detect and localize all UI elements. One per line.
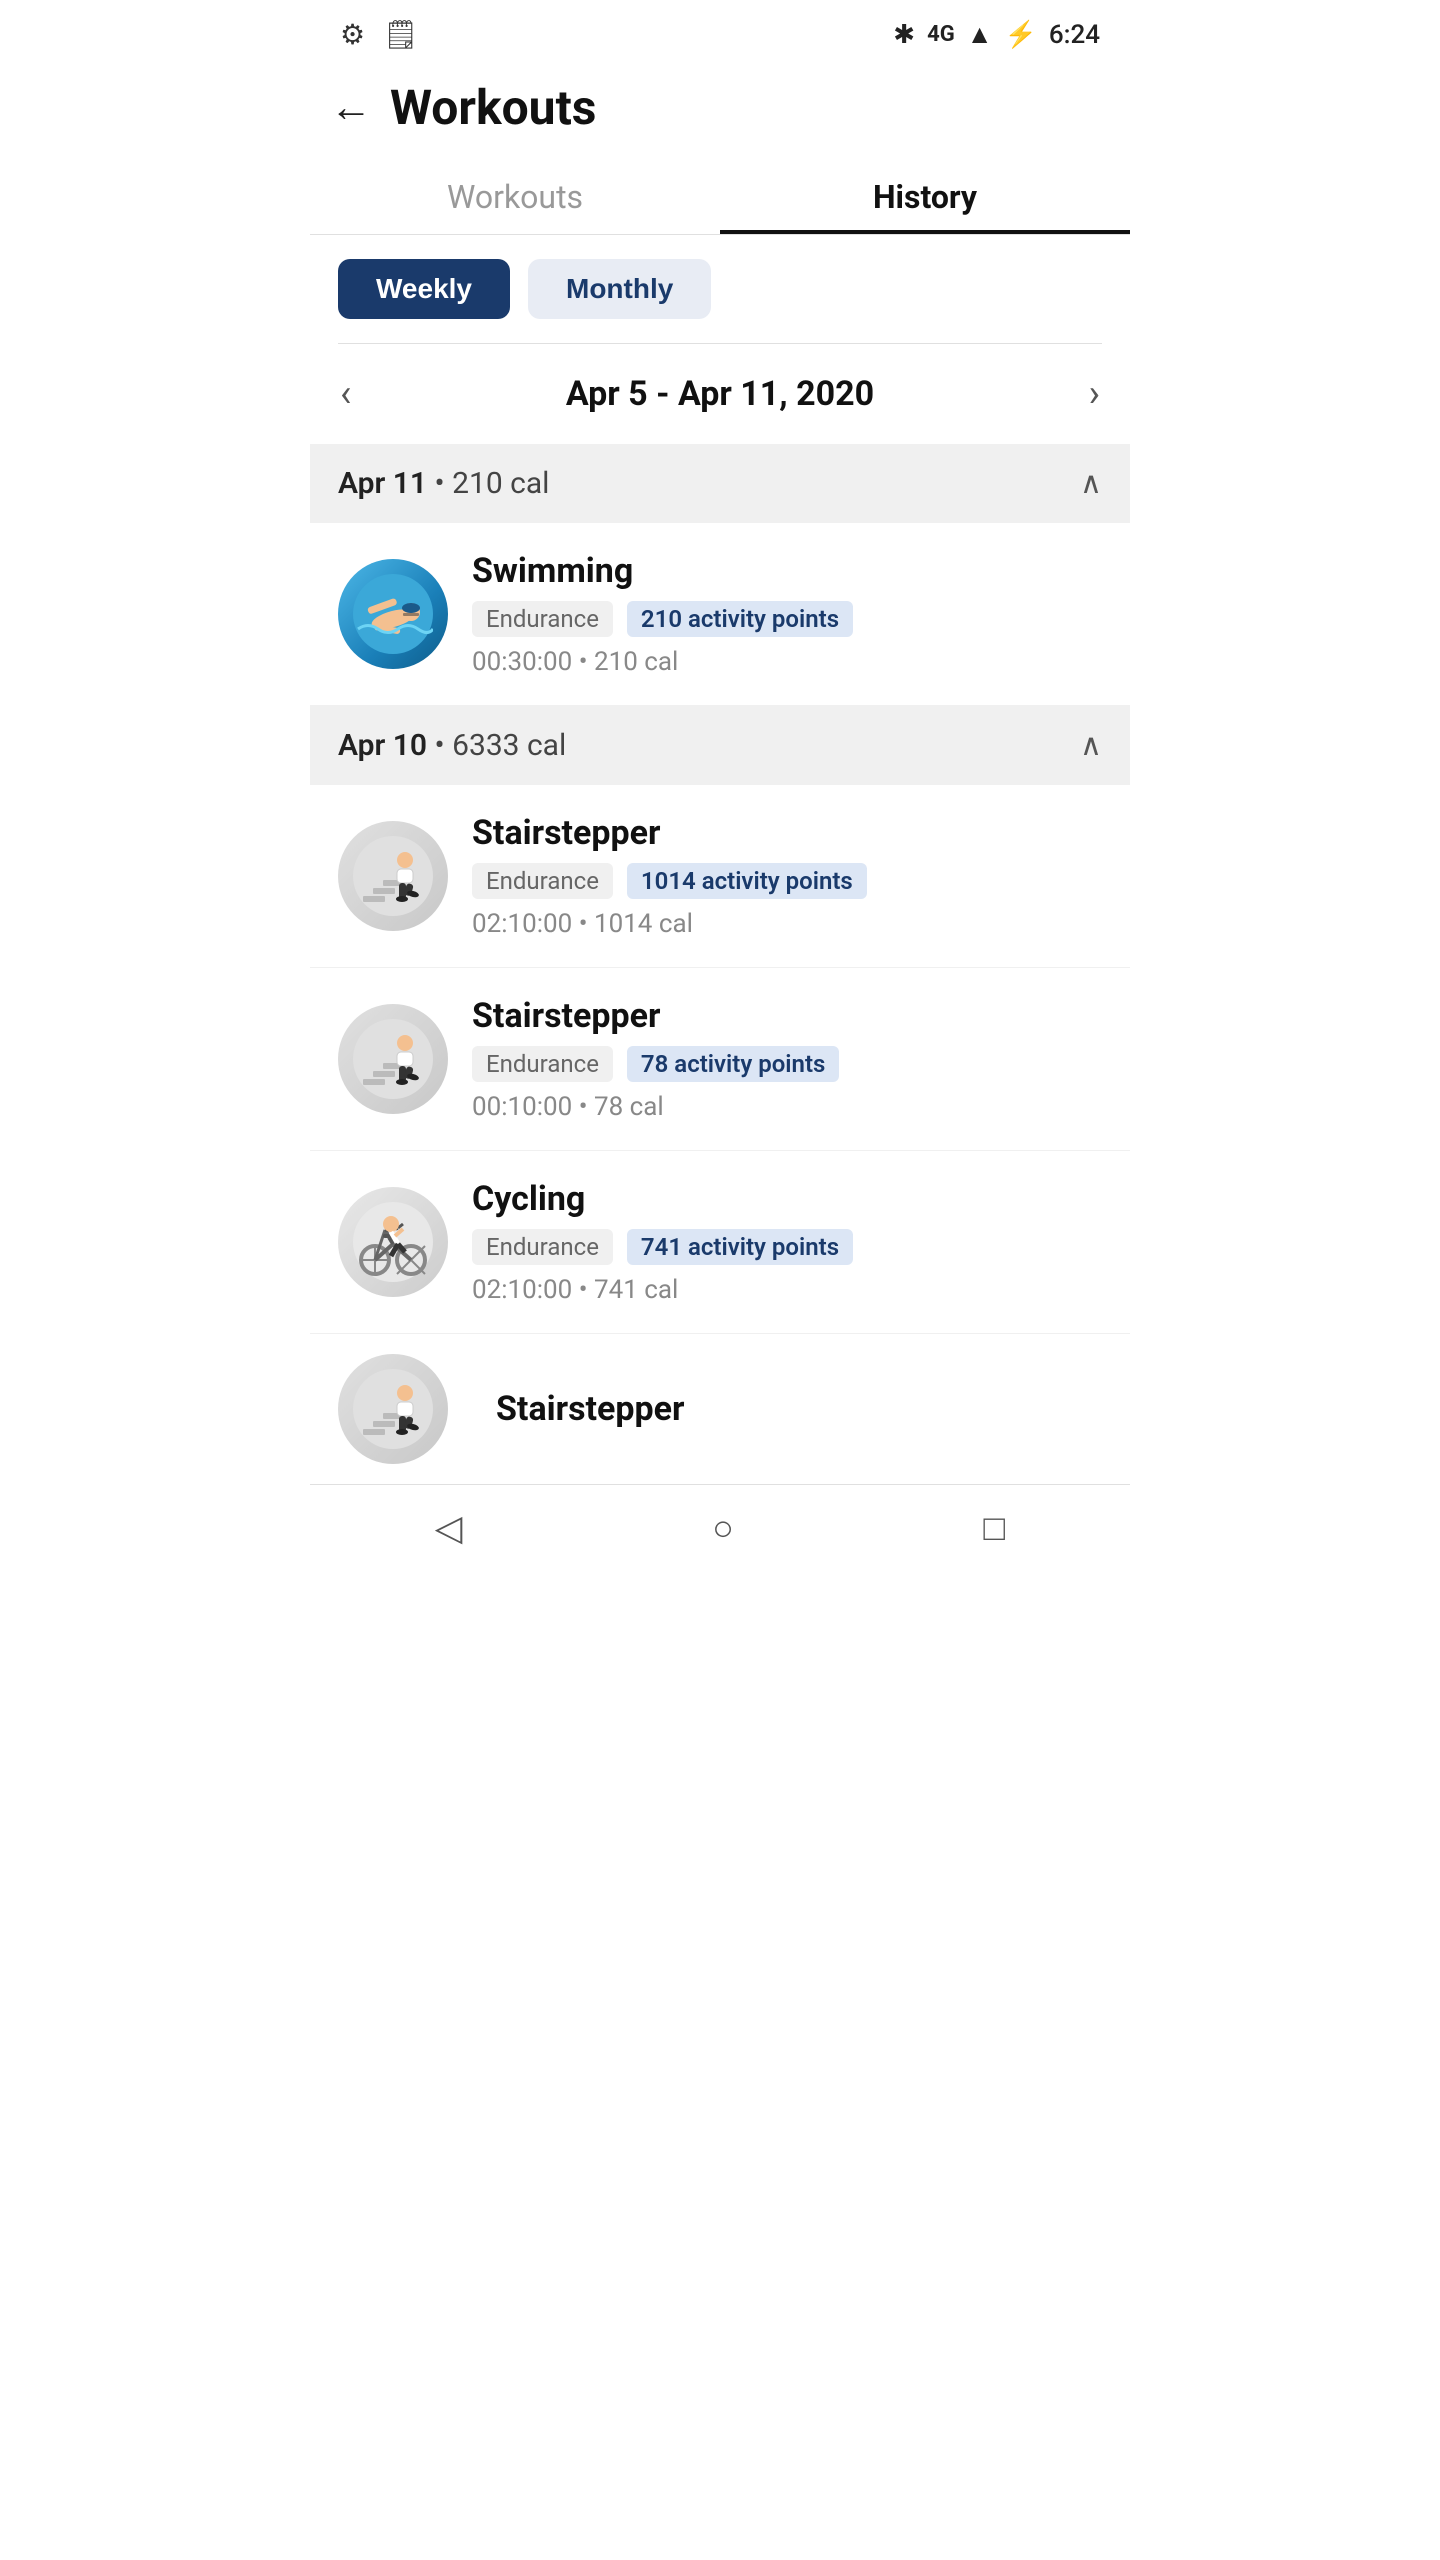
day-info-apr10: Apr 10 • 6333 cal <box>338 728 566 763</box>
tag-points-swimming: 210 activity points <box>627 601 853 637</box>
settings-icon: ⚙ <box>340 18 365 51</box>
workout-peek: Stairstepper <box>310 1334 1130 1464</box>
stairstepper-figure-icon-1 <box>353 836 433 916</box>
workout-name-stairstepper2: Stairstepper <box>472 996 1102 1036</box>
workout-item-stairstepper1[interactable]: Stairstepper Endurance 1014 activity poi… <box>310 785 1130 968</box>
day-calories-apr11: 210 cal <box>452 466 549 501</box>
tag-points-stairstepper2: 78 activity points <box>627 1046 839 1082</box>
stairstepper-figure-icon-2 <box>353 1019 433 1099</box>
tag-endurance-cycling: Endurance <box>472 1229 613 1265</box>
workout-name-swimming: Swimming <box>472 551 1102 591</box>
workout-name-stairstepper1: Stairstepper <box>472 813 1102 853</box>
battery-icon: ⚡ <box>1004 20 1036 50</box>
workout-tags-cycling: Endurance 741 activity points <box>472 1229 1102 1265</box>
chevron-up-apr10: ∧ <box>1080 728 1102 763</box>
day-header-apr11[interactable]: Apr 11 • 210 cal ∧ <box>310 444 1130 523</box>
workout-peek-name: Stairstepper <box>496 1389 684 1429</box>
tab-history[interactable]: History <box>720 154 1130 234</box>
workout-meta-stairstepper2: 00:10:00 • 78 cal <box>472 1092 1102 1122</box>
week-navigation: ‹ Apr 5 - Apr 11, 2020 › <box>310 344 1130 444</box>
workout-avatar-stairstepper2 <box>338 1004 448 1114</box>
tab-workouts[interactable]: Workouts <box>310 154 720 234</box>
day-name-apr11: Apr 11 <box>338 466 427 501</box>
week-label: Apr 5 - Apr 11, 2020 <box>566 374 874 414</box>
workout-avatar-stairstepper1 <box>338 821 448 931</box>
clipboard-icon: 🗒 <box>383 18 419 51</box>
workout-avatar-swimming <box>338 559 448 669</box>
day-info-apr11: Apr 11 • 210 cal <box>338 466 549 501</box>
chevron-up-apr11: ∧ <box>1080 466 1102 501</box>
workout-info-stairstepper1: Stairstepper Endurance 1014 activity poi… <box>472 813 1102 939</box>
day-calories-apr10: 6333 cal <box>452 728 566 763</box>
workout-meta-swimming: 00:30:00 • 210 cal <box>472 647 1102 677</box>
day-separator-apr10: • <box>435 728 453 763</box>
day-header-apr10[interactable]: Apr 10 • 6333 cal ∧ <box>310 706 1130 785</box>
workout-meta-stairstepper1: 02:10:00 • 1014 cal <box>472 909 1102 939</box>
stairstepper-peek-icon <box>353 1369 433 1449</box>
workout-item-swimming[interactable]: Swimming Endurance 210 activity points 0… <box>310 523 1130 706</box>
tag-endurance-stairstepper2: Endurance <box>472 1046 613 1082</box>
nav-home-button[interactable]: ○ <box>712 1507 734 1549</box>
tag-endurance-stairstepper1: Endurance <box>472 863 613 899</box>
cycling-figure-icon <box>353 1202 433 1282</box>
workout-tags-stairstepper1: Endurance 1014 activity points <box>472 863 1102 899</box>
swimming-figure-icon <box>353 574 433 654</box>
day-separator-apr11: • <box>435 466 453 501</box>
prev-week-button[interactable]: ‹ <box>340 372 351 416</box>
signal-icon: 4G <box>927 22 955 47</box>
workout-avatar-peek <box>338 1354 448 1464</box>
nav-recents-button[interactable]: □ <box>983 1507 1005 1549</box>
status-right-icons: ✱ 4G ▲ ⚡ 6:24 <box>893 19 1100 50</box>
bluetooth-icon: ✱ <box>893 20 915 50</box>
time: 6:24 <box>1049 20 1100 50</box>
workout-tags-swimming: Endurance 210 activity points <box>472 601 1102 637</box>
tag-points-cycling: 741 activity points <box>627 1229 853 1265</box>
workout-name-cycling: Cycling <box>472 1179 1102 1219</box>
tag-points-stairstepper1: 1014 activity points <box>627 863 867 899</box>
workout-avatar-cycling <box>338 1187 448 1297</box>
nav-back-button[interactable]: ◁ <box>435 1507 463 1549</box>
workout-meta-cycling: 02:10:00 • 741 cal <box>472 1275 1102 1305</box>
back-button[interactable]: ← <box>330 83 372 132</box>
tag-endurance-swimming: Endurance <box>472 601 613 637</box>
workout-tags-stairstepper2: Endurance 78 activity points <box>472 1046 1102 1082</box>
monthly-filter-button[interactable]: Monthly <box>528 259 711 319</box>
day-name-apr10: Apr 10 <box>338 728 427 763</box>
workout-item-stairstepper2[interactable]: Stairstepper Endurance 78 activity point… <box>310 968 1130 1151</box>
workout-item-cycling[interactable]: Cycling Endurance 741 activity points 02… <box>310 1151 1130 1334</box>
status-bar: ⚙ 🗒 ✱ 4G ▲ ⚡ 6:24 <box>310 0 1130 61</box>
bottom-navigation: ◁ ○ □ <box>310 1484 1130 1571</box>
next-week-button[interactable]: › <box>1089 372 1100 416</box>
workout-info-swimming: Swimming Endurance 210 activity points 0… <box>472 551 1102 677</box>
workout-info-cycling: Cycling Endurance 741 activity points 02… <box>472 1179 1102 1305</box>
status-left-icons: ⚙ 🗒 <box>340 18 419 51</box>
page-title: Workouts <box>390 79 596 136</box>
filter-row: Weekly Monthly <box>310 235 1130 343</box>
signal-bars-icon: ▲ <box>967 19 993 50</box>
app-bar: ← Workouts <box>310 61 1130 154</box>
weekly-filter-button[interactable]: Weekly <box>338 259 510 319</box>
tabs-container: Workouts History <box>310 154 1130 235</box>
workout-info-stairstepper2: Stairstepper Endurance 78 activity point… <box>472 996 1102 1122</box>
